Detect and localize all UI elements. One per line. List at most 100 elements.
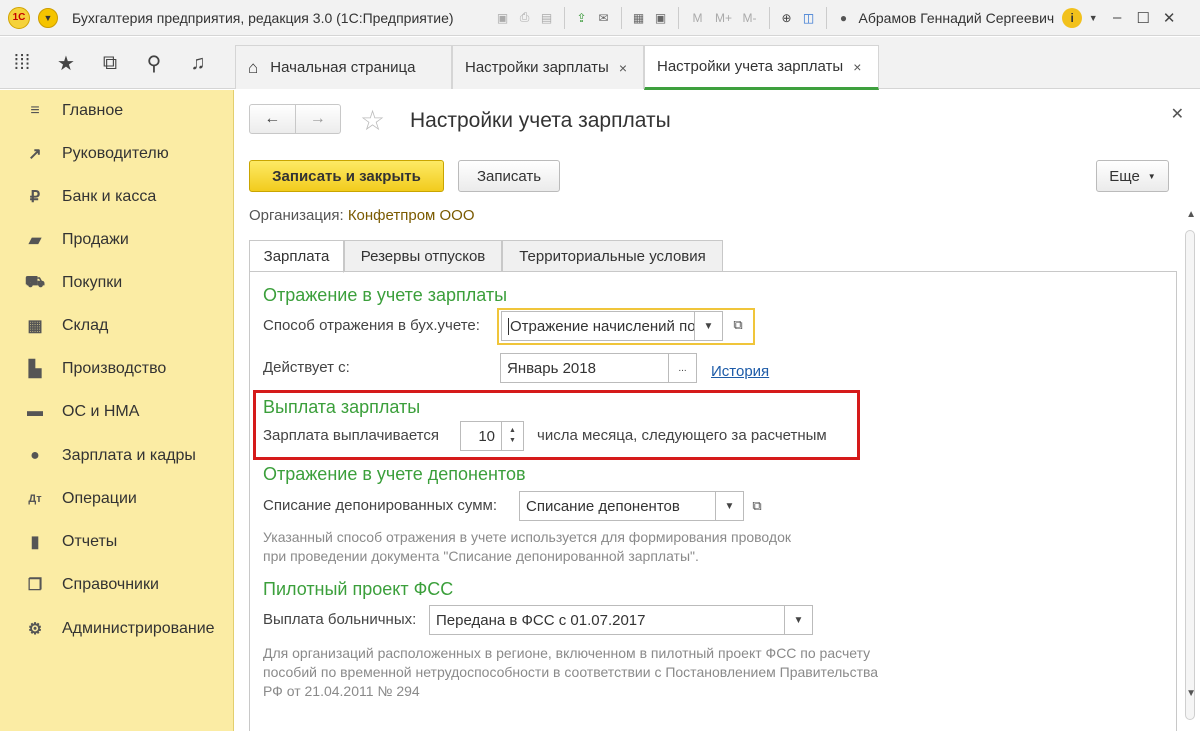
tab-home[interactable]: ⌂ Начальная страница (235, 45, 452, 89)
chevron-down-icon[interactable]: ▼ (1082, 7, 1104, 29)
minimize-button[interactable]: – (1104, 5, 1130, 31)
user-name[interactable]: Абрамов Геннадий Сергеевич (859, 10, 1055, 26)
close-form-icon[interactable]: ✕ (1171, 104, 1184, 124)
calculator-icon[interactable]: ▦ (628, 7, 650, 29)
organization-label: Организация: (249, 207, 344, 224)
section-title-payment: Выплата зарплаты (263, 397, 421, 417)
user-icon: ● (839, 10, 848, 25)
sidebar-item-label: Продажи (62, 231, 129, 248)
chevron-down-icon[interactable]: ▼ (694, 312, 722, 340)
sidebar-item-production[interactable]: ▙ Производство (0, 354, 234, 384)
books-icon: ❐ (27, 577, 43, 594)
main-menu-button[interactable]: ▼ (38, 7, 58, 28)
favorite-star-icon[interactable]: ☆ (360, 104, 385, 137)
tab-salary[interactable]: Зарплата (249, 240, 344, 273)
close-icon[interactable]: × (853, 59, 861, 75)
more-button[interactable]: Еще ▼ (1096, 160, 1169, 192)
fss-hint-line3: РФ от 21.04.2011 № 294 (263, 683, 420, 699)
deposits-method-field[interactable]: Списание депонентов ▼ (519, 491, 744, 521)
deposits-hint-line2: при проведении документа "Списание депон… (263, 548, 699, 564)
sidebar-item-operations[interactable]: Дт Операции (0, 484, 234, 514)
sidebar-item-label: Отчеты (62, 533, 118, 550)
tab-territorial-conditions[interactable]: Территориальные условия (502, 240, 723, 272)
tab-vacation-reserves[interactable]: Резервы отпусков (344, 240, 502, 272)
history-icon[interactable]: ⧉ (88, 52, 132, 75)
memory-plus-button[interactable]: M+ (711, 7, 737, 29)
sidebar-item-main[interactable]: ≡ Главное (0, 96, 234, 126)
person-icon: ● (30, 447, 40, 464)
sidebar-item-admin[interactable]: ⚙ Администрирование (0, 614, 234, 644)
history-link[interactable]: История (711, 363, 769, 380)
valid-from-label: Действует с: (263, 359, 350, 376)
payment-day-label: Зарплата выплачивается (263, 427, 439, 444)
favorites-star-icon[interactable]: ★ (44, 51, 88, 76)
maximize-button[interactable]: ☐ (1130, 5, 1156, 31)
chevron-down-icon[interactable]: ▼ (715, 492, 743, 520)
scroll-up-arrow-icon[interactable]: ▲ (1186, 209, 1196, 220)
sidebar-item-manager[interactable]: ↗ Руководителю (0, 139, 234, 169)
field-value: Январь 2018 (507, 359, 596, 377)
sidebar-item-assets[interactable]: ▬ ОС и НМА (0, 397, 234, 427)
valid-from-field[interactable]: Январь 2018 ... (500, 353, 697, 383)
sidebar-item-sales[interactable]: ▰ Продажи (0, 225, 234, 255)
operations-icon: Дт (28, 493, 42, 505)
sidebar-item-warehouse[interactable]: ▦ Склад (0, 311, 234, 341)
sick-pay-label: Выплата больничных: (263, 611, 417, 628)
history-nav: ← → (249, 104, 341, 134)
tab-label: Настройки учета зарплаты (657, 58, 844, 75)
payment-day-stepper[interactable]: 10 ▲ ▼ (460, 421, 524, 451)
scrollbar-thumb[interactable] (1185, 230, 1195, 720)
field-value: Списание депонентов (526, 497, 680, 515)
preview-icon[interactable]: ▤ (536, 7, 558, 29)
accounting-method-field[interactable]: Отражение начислений по ▼ (501, 311, 723, 341)
stepper-arrows-icon[interactable]: ▲ ▼ (501, 422, 523, 450)
chevron-down-icon: ▼ (1147, 171, 1156, 181)
nav-bar: ⁞⁞⁞ ★ ⧉ ⚲ ♫ ⌂ Начальная страница Настрой… (0, 37, 1200, 90)
gear-icon: ⚙ (27, 621, 43, 638)
sidebar-item-label: Покупки (62, 274, 123, 291)
sidebar-item-label: Операции (62, 490, 137, 507)
sidebar-item-references[interactable]: ❐ Справочники (0, 570, 234, 600)
notifications-bell-icon[interactable]: ♫ (176, 52, 220, 75)
save-and-close-button[interactable]: Записать и закрыть (249, 160, 444, 192)
ruble-coin-icon: ₽ (29, 189, 41, 206)
close-icon[interactable]: × (619, 60, 627, 76)
calendar-icon[interactable]: ▣ (650, 7, 672, 29)
upload-icon[interactable]: ⇪ (571, 7, 593, 29)
zoom-icon[interactable]: ⊕ (776, 7, 798, 29)
chevron-down-icon[interactable]: ▼ (784, 606, 812, 634)
sidebar-item-label: Склад (62, 317, 109, 334)
panel-icon[interactable]: ◫ (798, 7, 820, 29)
field-value: 10 (478, 427, 495, 445)
sidebar-item-reports[interactable]: ▮ Отчеты (0, 527, 234, 557)
sick-pay-field[interactable]: Передана в ФСС с 01.07.2017 ▼ (429, 605, 813, 635)
info-icon[interactable]: i (1062, 7, 1083, 28)
open-item-icon[interactable]: ⧉ (725, 311, 751, 339)
organization-value[interactable]: Конфетпром ООО (348, 207, 475, 224)
forward-arrow-icon[interactable]: → (294, 105, 341, 133)
select-period-button[interactable]: ... (668, 354, 696, 382)
tab-salary-accounting-settings[interactable]: Настройки учета зарплаты × (644, 45, 879, 90)
sidebar-item-hr[interactable]: ● Зарплата и кадры (0, 441, 234, 471)
save-button[interactable]: Записать (458, 160, 560, 192)
1c-logo-icon: 1С (8, 6, 30, 29)
open-item-icon[interactable]: ⧉ (744, 492, 770, 520)
mail-icon[interactable]: ✉ (593, 7, 615, 29)
print-icon[interactable]: ⎙ (514, 7, 536, 29)
scroll-down-arrow-icon[interactable]: ▼ (1186, 688, 1196, 699)
close-window-button[interactable]: ✕ (1156, 5, 1182, 31)
search-icon[interactable]: ⚲ (132, 51, 176, 76)
sidebar-item-label: ОС и НМА (62, 403, 140, 420)
sidebar: ≡ Главное ↗ Руководителю ₽ Банк и касса ▰ Пр… (0, 90, 234, 731)
tab-salary-settings[interactable]: Настройки зарплаты × (452, 45, 644, 89)
payment-day-suffix: числа месяца, следующего за расчетным (537, 427, 827, 444)
memory-minus-button[interactable]: M- (737, 7, 763, 29)
memory-button[interactable]: M (685, 7, 711, 29)
sidebar-item-label: Руководителю (62, 145, 169, 162)
save-icon[interactable]: ▣ (492, 7, 514, 29)
back-arrow-icon[interactable]: ← (250, 105, 295, 133)
sidebar-item-bank[interactable]: ₽ Банк и касса (0, 182, 234, 212)
sidebar-item-purchases[interactable]: ⛟ Покупки (0, 268, 234, 298)
sections-grid-icon[interactable]: ⁞⁞⁞ (0, 52, 44, 75)
section-title-fss: Пилотный проект ФСС (263, 579, 454, 599)
